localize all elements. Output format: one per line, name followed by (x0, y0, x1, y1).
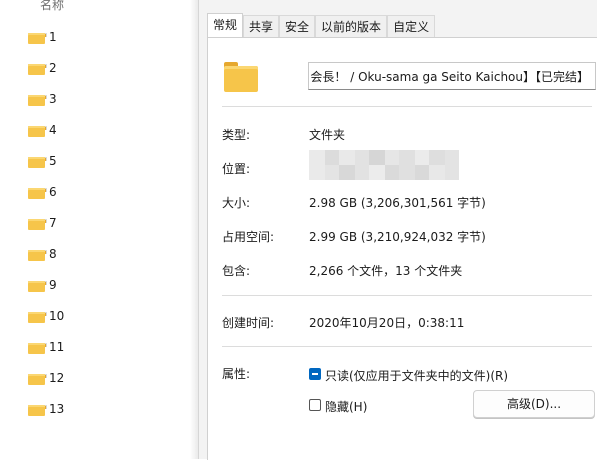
folder-icon (28, 248, 47, 261)
hidden-checkbox[interactable] (309, 399, 321, 411)
folder-icon (28, 93, 47, 106)
size-label: 大小: (222, 196, 251, 210)
folder-name-text: 会長！ / Oku-sama ga Seito Kaichou】【已完结】 (310, 70, 589, 84)
folder-icon (28, 310, 47, 323)
readonly-checkbox-label[interactable]: 只读(仅应用于文件夹中的文件)(R) (325, 367, 508, 384)
divider (222, 106, 592, 107)
folder-name: 2 (49, 61, 57, 75)
hidden-checkbox-label[interactable]: 隐藏(H) (325, 398, 367, 415)
tab-security[interactable]: 安全 (279, 15, 316, 38)
folder-name: 6 (49, 185, 57, 199)
folder-name: 8 (49, 247, 57, 261)
tab-strip: 常规 共享 安全 以前的版本 自定义 (207, 13, 436, 38)
folder-name: 3 (49, 92, 57, 106)
folder-name: 9 (49, 278, 57, 292)
folder-name: 12 (49, 371, 65, 385)
column-header-name[interactable]: 名称 (40, 0, 64, 13)
list-item[interactable]: 9 (28, 275, 57, 295)
list-item[interactable]: 2 (28, 58, 57, 78)
list-item[interactable]: 12 (28, 368, 64, 388)
location-label: 位置: (222, 162, 251, 176)
folder-icon (28, 62, 47, 75)
tab-sharing[interactable]: 共享 (243, 15, 280, 38)
folder-name: 11 (49, 340, 65, 354)
folder-icon (28, 155, 47, 168)
contains-label: 包含: (222, 264, 251, 278)
folder-name: 13 (49, 402, 65, 416)
folder-name: 5 (49, 154, 57, 168)
attributes-label: 属性: (222, 367, 251, 381)
list-item[interactable]: 1 (28, 27, 57, 47)
type-label: 类型: (222, 128, 251, 142)
folder-icon (224, 62, 258, 92)
list-item[interactable]: 7 (28, 213, 57, 233)
general-panel: 会長！ / Oku-sama ga Seito Kaichou】【已完结】 类型… (207, 37, 597, 460)
folder-name: 7 (49, 216, 57, 230)
divider (222, 346, 592, 347)
properties-dialog: 常规 共享 安全 以前的版本 自定义 会長！ / Oku-sama ga Sei… (198, 0, 597, 460)
type-value: 文件夹 (309, 128, 346, 142)
created-label: 创建时间: (222, 316, 275, 330)
folder-icon (28, 124, 47, 137)
folder-icon (28, 403, 47, 416)
folder-icon (28, 372, 47, 385)
contains-value: 2,266 个文件，13 个文件夹 (309, 264, 463, 278)
folder-icon (28, 31, 47, 44)
tab-general[interactable]: 常规 (207, 13, 244, 38)
folder-name: 1 (49, 30, 57, 44)
size-value: 2.98 GB (3,206,301,561 字节) (309, 196, 486, 210)
list-item[interactable]: 4 (28, 120, 57, 140)
list-item[interactable]: 13 (28, 399, 64, 419)
folder-name: 10 (49, 309, 65, 323)
tab-previous-versions[interactable]: 以前的版本 (315, 15, 388, 38)
disk-size-label: 占用空间: (222, 230, 275, 244)
list-item[interactable]: 3 (28, 89, 57, 109)
location-value-redacted (309, 150, 459, 180)
folder-icon (28, 217, 47, 230)
created-value: 2020年10月20日，0:38:11 (309, 316, 465, 330)
folder-icon (28, 341, 47, 354)
list-item[interactable]: 5 (28, 151, 57, 171)
list-item[interactable]: 11 (28, 337, 64, 357)
list-item[interactable]: 8 (28, 244, 57, 264)
list-item[interactable]: 6 (28, 182, 57, 202)
divider (222, 295, 592, 296)
disk-size-value: 2.99 GB (3,210,924,032 字节) (309, 230, 486, 244)
explorer-file-list-pane: 名称 1 2 3 4 5 6 7 8 9 10 11 12 13 (0, 0, 197, 459)
tab-customize[interactable]: 自定义 (387, 15, 436, 38)
folder-name-input[interactable]: 会長！ / Oku-sama ga Seito Kaichou】【已完结】 (308, 62, 596, 90)
list-item[interactable]: 10 (28, 306, 64, 326)
readonly-checkbox[interactable] (309, 368, 321, 380)
folder-icon (28, 279, 47, 292)
advanced-button[interactable]: 高级(D)... (473, 390, 595, 418)
folder-icon (28, 186, 47, 199)
folder-name: 4 (49, 123, 57, 137)
